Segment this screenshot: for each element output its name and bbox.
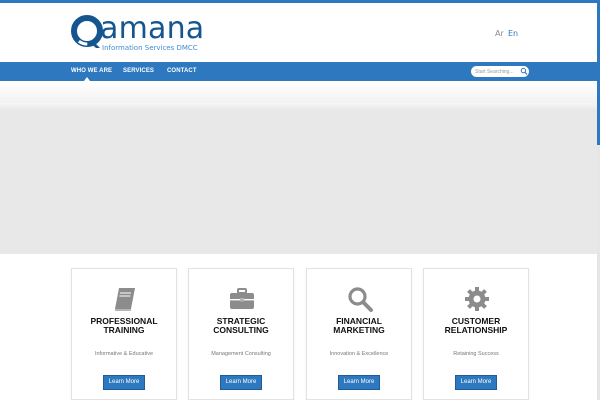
logo[interactable]: amana Information Services DMCC [70, 12, 204, 56]
service-subtitle: Retaining Success [453, 351, 499, 357]
banner-shadow [0, 103, 597, 110]
breadcrumb-bar [0, 81, 597, 103]
gear-icon [465, 287, 489, 311]
learn-more-button[interactable]: Learn More [220, 375, 262, 390]
hero-banner [0, 103, 597, 254]
learn-more-button[interactable]: Learn More [103, 375, 145, 390]
services-section: PROFESSIONAL TRAINING Informative & Educ… [0, 254, 597, 400]
nav-item-services[interactable]: SERVICES [123, 62, 154, 81]
site-header: amana Information Services DMCC Ar En [0, 3, 597, 62]
service-title-line2: RELATIONSHIP [444, 324, 508, 335]
logo-wordmark: amana [100, 11, 205, 46]
briefcase-icon [230, 288, 254, 309]
service-title: FINANCIAL MARKETING [307, 317, 411, 334]
service-subtitle: Innovation & Excellence [329, 351, 389, 357]
service-title-line2: MARKETING [333, 324, 385, 335]
main-navigation: WHO WE ARE SERVICES CONTACT [0, 62, 597, 81]
learn-more-button[interactable]: Learn More [338, 375, 380, 390]
service-card-marketing: FINANCIAL MARKETING Innovation & Excelle… [306, 268, 412, 400]
book-icon [115, 288, 135, 311]
search-box [471, 66, 529, 77]
service-card-relationship: CUSTOMER RELATIONSHIP Retaining Success … [423, 268, 529, 400]
service-title: CUSTOMER RELATIONSHIP [424, 317, 528, 334]
service-card-training: PROFESSIONAL TRAINING Informative & Educ… [71, 268, 177, 400]
search-input[interactable] [475, 66, 519, 77]
service-subtitle: Informative & Educative [94, 351, 154, 357]
service-title: PROFESSIONAL TRAINING [72, 317, 176, 334]
nav-item-who-we-are[interactable]: WHO WE ARE [71, 62, 112, 81]
service-title-line2: CONSULTING [213, 324, 269, 335]
service-title-line2: TRAINING [103, 324, 145, 335]
language-en-link[interactable]: En [508, 29, 518, 38]
service-title: STRATEGIC CONSULTING [189, 317, 293, 334]
logo-mark-icon [71, 15, 103, 48]
logo-tagline: Information Services DMCC [102, 44, 198, 52]
learn-more-button[interactable]: Learn More [455, 375, 497, 390]
nav-item-contact[interactable]: CONTACT [167, 62, 197, 81]
language-ar-link[interactable]: Ar [495, 29, 504, 38]
service-subtitle: Management Consulting [211, 351, 271, 357]
service-card-consulting: STRATEGIC CONSULTING Management Consulti… [188, 268, 294, 400]
magnifier-icon [348, 287, 373, 312]
search-icon[interactable] [520, 67, 528, 76]
